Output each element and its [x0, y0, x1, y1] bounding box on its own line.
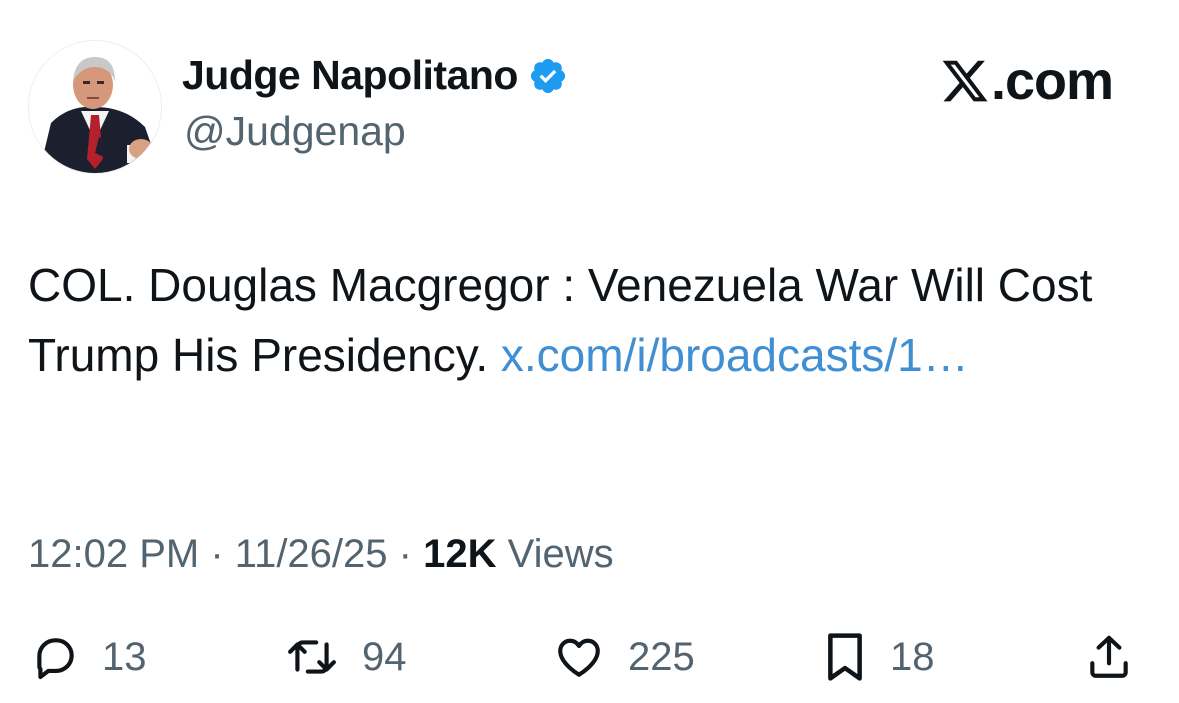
tweet-date[interactable]: 11/26/25	[235, 532, 388, 576]
author-handle[interactable]: @Judgenap	[184, 108, 406, 155]
retweet-icon	[288, 640, 336, 674]
author-name[interactable]: Judge Napolitano	[182, 52, 568, 99]
reply-count: 13	[102, 634, 147, 679]
author-display-name: Judge Napolitano	[182, 52, 518, 98]
verified-badge-icon	[530, 58, 566, 93]
views-label: Views	[507, 532, 614, 576]
share-icon	[1090, 635, 1128, 678]
views-count: 12K	[423, 532, 497, 576]
action-bar: 13 94 225 18	[0, 622, 1179, 692]
avatar[interactable]	[28, 40, 162, 174]
like-button[interactable]: 225	[552, 622, 695, 692]
retweet-count: 94	[362, 634, 407, 679]
brand-label: .com	[991, 51, 1114, 111]
bookmark-count: 18	[890, 634, 935, 679]
heart-icon	[558, 638, 600, 677]
tweet-link[interactable]: x.com/i/broadcasts/1…	[501, 329, 969, 381]
tweet-meta: 12:02 PM · 11/26/25 · 12K Views	[28, 532, 614, 577]
tweet-text: COL. Douglas Macgregor : Venezuela War W…	[28, 250, 1153, 390]
reply-button[interactable]: 13	[30, 622, 147, 692]
bookmark-icon	[828, 633, 862, 681]
meta-separator: ·	[398, 532, 412, 576]
tweet-time[interactable]: 12:02 PM	[28, 532, 199, 576]
meta-separator: ·	[210, 532, 224, 576]
share-button[interactable]	[1084, 622, 1134, 692]
like-count: 225	[628, 634, 695, 679]
brand-watermark: .com	[940, 50, 1114, 112]
retweet-button[interactable]: 94	[284, 622, 407, 692]
bookmark-button[interactable]: 18	[822, 622, 935, 692]
x-logo-icon	[942, 60, 988, 102]
reply-icon	[37, 638, 74, 680]
avatar-photo	[29, 41, 161, 173]
